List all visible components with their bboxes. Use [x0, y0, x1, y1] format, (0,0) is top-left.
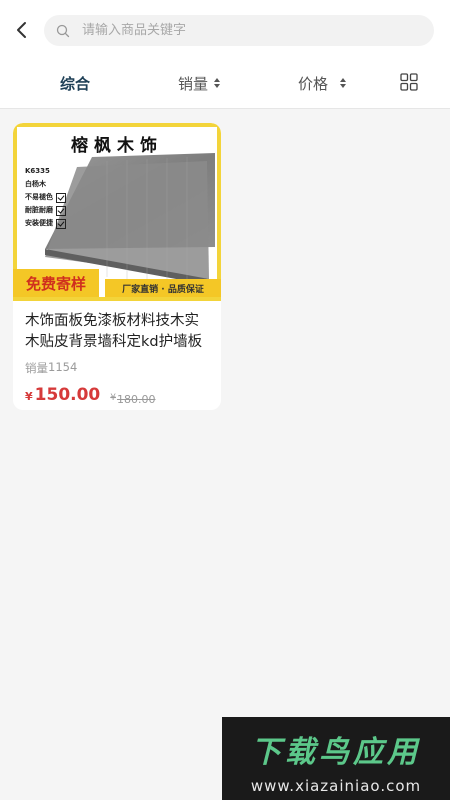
spec-item: K6335 — [25, 167, 50, 175]
tab-comprehensive[interactable]: 综合 — [60, 72, 90, 94]
original-price: ¥180.00 — [110, 393, 155, 406]
check-icon — [56, 205, 66, 216]
search-input[interactable] — [80, 22, 404, 39]
currency-symbol: ¥ — [25, 390, 33, 403]
watermark: 下载鸟应用 www.xiazainiao.com — [222, 717, 450, 800]
spec-list: K6335 白杨木 不易褪色 耐脏耐磨 安装便捷 — [25, 165, 66, 230]
watermark-url: www.xiazainiao.com — [250, 777, 422, 795]
back-button[interactable] — [10, 18, 34, 42]
product-brand: 榕枫木饰 — [71, 136, 163, 156]
guarantee-banner: 厂家直销 · 品质保证 — [105, 279, 221, 297]
sort-tabs: 综合 销量 价格 — [0, 62, 450, 104]
tab-label: 综合 — [60, 74, 91, 93]
search-icon — [56, 22, 74, 40]
currency-symbol: ¥ — [110, 393, 116, 403]
sales-label: 销量 — [25, 361, 48, 375]
check-icon — [56, 192, 66, 203]
tab-label: 销量 — [178, 74, 209, 93]
sort-arrows-icon — [214, 78, 221, 88]
spec-item: 不易褪色 — [25, 191, 66, 204]
top-bar: 综合 销量 价格 — [0, 0, 450, 109]
check-icon — [56, 218, 66, 229]
tab-price[interactable]: 价格 — [298, 72, 347, 94]
spec-item: 耐脏耐磨 — [25, 204, 66, 217]
tab-label: 价格 — [298, 74, 329, 93]
product-image[interactable]: 榕枫木饰 K6335 白杨木 不易褪色 耐脏耐磨 安装便捷 免费寄样 厂家直销 … — [13, 123, 221, 301]
watermark-title: 下载鸟应用 — [251, 735, 421, 770]
chevron-left-icon — [17, 22, 26, 38]
grid-view-icon[interactable] — [400, 73, 418, 91]
spec-item: 安装便捷 — [25, 217, 66, 230]
original-price-value: 180.00 — [117, 393, 156, 406]
sales-value: 1154 — [48, 360, 78, 374]
sales-count: 销量 1154 — [25, 360, 77, 376]
free-sample-tag: 免费寄样 — [13, 269, 99, 297]
price-row: ¥ 150.00 ¥180.00 — [25, 385, 156, 406]
product-card[interactable]: 榕枫木饰 K6335 白杨木 不易褪色 耐脏耐磨 安装便捷 免费寄样 厂家直销 … — [13, 123, 221, 410]
spec-item: 白杨木 — [25, 180, 46, 188]
tab-sales[interactable]: 销量 — [178, 72, 221, 94]
search-bar[interactable] — [44, 15, 434, 46]
current-price: 150.00 — [34, 385, 101, 405]
sort-arrows-icon — [340, 78, 347, 88]
product-title[interactable]: 木饰面板免漆板材料技木实木贴皮背景墙科定kd护墙板 — [25, 311, 211, 353]
